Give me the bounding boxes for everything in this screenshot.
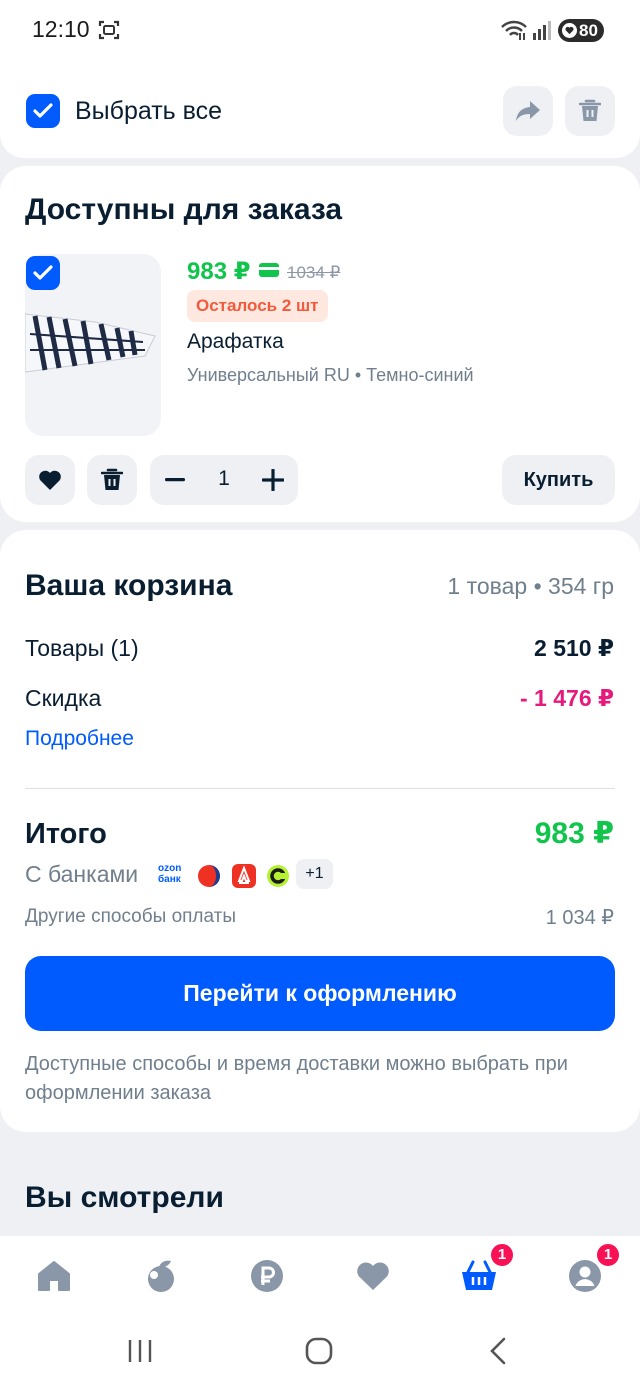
delete-selected-button[interactable] [565,86,615,136]
trash-icon [101,468,123,490]
status-time: 12:10 [32,16,90,42]
system-nav-bar [0,1315,640,1387]
decrease-button[interactable] [150,455,200,505]
available-items-section: Доступны для заказа 983 ₽ 1034 ₽ Осталос… [0,166,640,522]
share-button[interactable] [503,86,553,136]
profile-badge: 1 [595,1242,621,1268]
bottom-nav: 1 1 [0,1236,640,1315]
goods-label: Товары (1) [25,635,139,661]
increase-button[interactable] [248,455,298,505]
favorites-icon [357,1262,389,1290]
delete-item-button[interactable] [87,455,137,505]
alfa-bank-logo [232,864,256,888]
nav-favorites[interactable] [353,1256,393,1296]
total-label: Итого [25,818,107,850]
ozon-bank-logo: ozon банк [158,863,182,885]
select-all-label: Выбрать все [75,97,223,125]
minus-icon [165,478,185,482]
item-name[interactable]: Арафатка [187,330,284,354]
wifi-icon [501,20,527,40]
screenshot-icon [98,20,120,40]
banks-more-badge[interactable]: +1 [296,859,333,889]
profile-icon [569,1260,601,1292]
check-icon [33,265,53,280]
total-value: 983 ₽ [534,817,614,850]
fresh-icon [148,1260,174,1292]
goods-value: 2 510 ₽ [534,635,614,661]
home-button-icon[interactable] [305,1337,333,1365]
stock-badge: Осталось 2 шт [187,290,328,322]
ruble-icon [251,1260,283,1292]
status-bar: 12:10 80 [0,0,640,60]
bank-logo-2 [198,865,220,887]
banks-label: С банками [25,861,139,887]
check-icon [33,103,53,118]
discount-value: - 1 476 ₽ [520,685,614,711]
delivery-note: Доступные способы и время доставки можно… [25,1053,568,1104]
quantity-stepper: 1 [150,455,298,505]
available-title: Доступны для заказа [25,193,343,226]
ozon-card-icon [259,263,279,277]
share-icon [516,101,540,121]
heart-icon [39,470,61,490]
signal-icon [533,21,551,40]
cart-summary: Ваша корзина 1 товар • 354 гр Товары (1)… [0,530,640,1132]
back-icon[interactable] [488,1337,508,1365]
favorite-button[interactable] [25,455,75,505]
battery-level: 80 [579,20,598,40]
nav-fresh[interactable] [141,1256,181,1296]
quantity-value: 1 [218,467,230,490]
divider [25,788,615,789]
plus-icon [262,469,284,491]
cart-badge: 1 [489,1242,515,1268]
nav-finance[interactable] [247,1256,287,1296]
details-link[interactable]: Подробнее [25,727,134,751]
cart-icon [462,1260,496,1290]
bank-logo-4 [267,865,289,887]
home-icon [38,1261,70,1291]
buy-button[interactable]: Купить [502,455,615,505]
select-all-checkbox[interactable] [26,94,60,128]
cart-meta: 1 товар • 354 гр [447,573,614,599]
shield-icon [562,23,577,38]
nav-home[interactable] [34,1256,74,1296]
checkout-button[interactable]: Перейти к оформлению [25,956,615,1031]
other-payment-label: Другие способы оплаты [25,906,237,927]
battery-indicator: 80 [558,19,604,42]
recent-apps-icon[interactable] [127,1338,153,1364]
viewed-title: Вы смотрели [25,1181,224,1214]
select-all-bar: Выбрать все [0,60,640,158]
trash-icon [579,99,601,121]
item-checkbox[interactable] [26,256,60,290]
item-price: 983 ₽ [187,258,251,285]
item-old-price: 1034 ₽ [287,263,341,282]
other-payment-value: 1 034 ₽ [545,907,614,929]
item-variant: Универсальный RU • Темно-синий [187,365,474,385]
discount-label: Скидка [25,685,102,711]
cart-title: Ваша корзина [25,569,233,602]
